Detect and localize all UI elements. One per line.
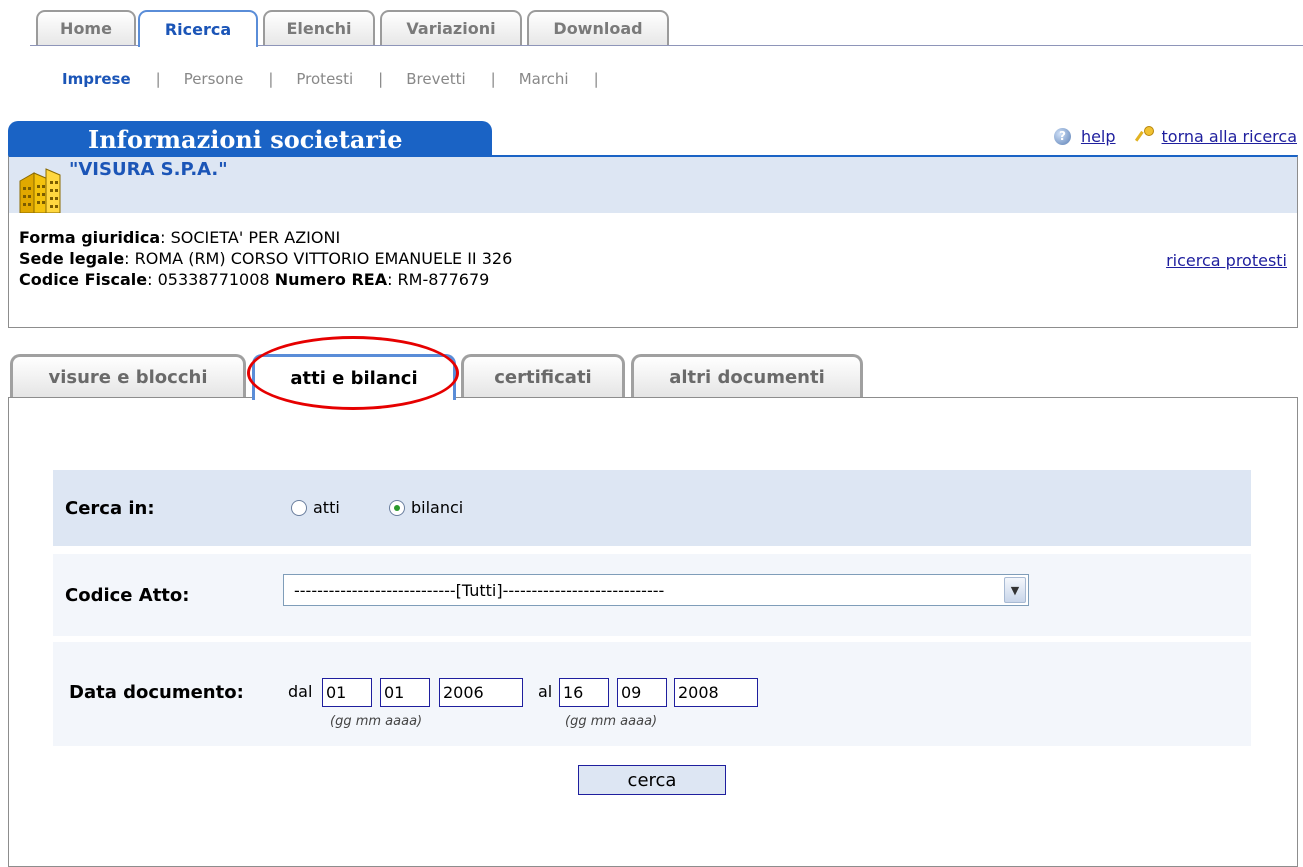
sede-label: Sede legale <box>19 249 125 268</box>
from-format-hint: (gg mm aaaa) <box>330 714 423 729</box>
cerca-button[interactable]: cerca <box>578 765 726 795</box>
header-links: ? help torna alla ricerca <box>1053 125 1297 147</box>
forma-giuridica-line: Forma giuridica: SOCIETA' PER AZIONI <box>19 227 512 248</box>
codice-atto-value: ----------------------------[Tutti]-----… <box>294 580 665 600</box>
codice-fiscale-line: Codice Fiscale: 05338771008 Numero REA: … <box>19 269 512 290</box>
tab-visure-e-blocchi[interactable]: visure e blocchi <box>10 354 246 398</box>
tab-elenchi[interactable]: Elenchi <box>263 10 375 45</box>
help-link[interactable]: help <box>1081 127 1116 146</box>
from-day-input[interactable]: 01 <box>322 678 372 707</box>
company-info-panel: "VISURA S.P.A." Forma giuridica: SOCIETA… <box>8 155 1298 328</box>
cf-value: : 05338771008 <box>147 270 275 289</box>
subnav-protesti[interactable]: Protesti <box>296 70 353 88</box>
forma-label: Forma giuridica <box>19 228 161 247</box>
sub-nav: Imprese | Persone | Protesti | Brevetti … <box>62 68 622 90</box>
codice-atto-select[interactable]: ----------------------------[Tutti]-----… <box>283 574 1029 606</box>
back-to-search-link[interactable]: torna alla ricerca <box>1162 127 1297 146</box>
sede-value: : ROMA (RM) CORSO VITTORIO EMANUELE II 3… <box>124 249 513 268</box>
cf-label: Codice Fiscale <box>19 270 148 289</box>
ricerca-protesti-link[interactable]: ricerca protesti <box>1166 251 1287 270</box>
chevron-down-icon[interactable]: ▼ <box>1004 577 1026 603</box>
tab-variazioni[interactable]: Variazioni <box>380 10 522 45</box>
company-details: Forma giuridica: SOCIETA' PER AZIONI Sed… <box>19 227 512 290</box>
option-atti-label: atti <box>313 498 340 517</box>
sede-legale-line: Sede legale: ROMA (RM) CORSO VITTORIO EM… <box>19 248 512 269</box>
forma-value: : SOCIETA' PER AZIONI <box>160 228 341 247</box>
separator: | <box>155 70 161 88</box>
search-form: Cerca in: atti bilanci Codice Atto: Data… <box>53 470 1251 746</box>
to-year-input[interactable]: 2008 <box>674 678 758 707</box>
main-nav-tabs: Home Ricerca Elenchi Variazioni Download <box>0 0 1303 48</box>
subnav-brevetti[interactable]: Brevetti <box>406 70 465 88</box>
from-month-input[interactable]: 01 <box>380 678 430 707</box>
tab-certificati[interactable]: certificati <box>461 354 625 398</box>
subnav-persone[interactable]: Persone <box>184 70 244 88</box>
tab-home[interactable]: Home <box>36 10 136 45</box>
tab-atti-e-bilanci[interactable]: atti e bilanci <box>252 354 456 400</box>
key-icon <box>1134 126 1154 142</box>
subnav-marchi[interactable]: Marchi <box>519 70 569 88</box>
data-documento-label: Data documento: <box>69 682 244 703</box>
radio-atti[interactable] <box>291 499 307 516</box>
separator: | <box>593 70 599 88</box>
rea-value: : RM-877679 <box>387 270 490 289</box>
to-day-input[interactable]: 16 <box>559 678 609 707</box>
separator: | <box>268 70 274 88</box>
from-year-input[interactable]: 2006 <box>439 678 523 707</box>
rea-label: Numero REA <box>274 270 388 289</box>
cerca-in-row: Cerca in: atti bilanci <box>53 470 1251 546</box>
codice-atto-label: Codice Atto: <box>65 585 190 606</box>
option-bilanci-label: bilanci <box>411 498 464 517</box>
separator: | <box>490 70 496 88</box>
tab-altri-documenti[interactable]: altri documenti <box>631 354 863 398</box>
al-label: al <box>538 682 553 701</box>
option-atti[interactable]: atti <box>291 498 340 517</box>
tab-download[interactable]: Download <box>527 10 669 45</box>
tab-ricerca[interactable]: Ricerca <box>138 10 258 47</box>
help-icon[interactable]: ? <box>1053 127 1071 145</box>
radio-bilanci[interactable] <box>389 499 405 516</box>
dal-label: dal <box>288 682 313 701</box>
company-name: "VISURA S.P.A." <box>69 159 228 180</box>
building-icon <box>19 168 61 213</box>
option-bilanci[interactable]: bilanci <box>389 498 463 517</box>
separator: | <box>378 70 384 88</box>
to-month-input[interactable]: 09 <box>617 678 667 707</box>
section-title: Informazioni societarie <box>8 121 492 155</box>
company-header: "VISURA S.P.A." <box>9 157 1297 213</box>
cerca-in-label: Cerca in: <box>65 498 155 519</box>
subnav-imprese[interactable]: Imprese <box>62 70 131 88</box>
to-format-hint: (gg mm aaaa) <box>565 714 658 729</box>
